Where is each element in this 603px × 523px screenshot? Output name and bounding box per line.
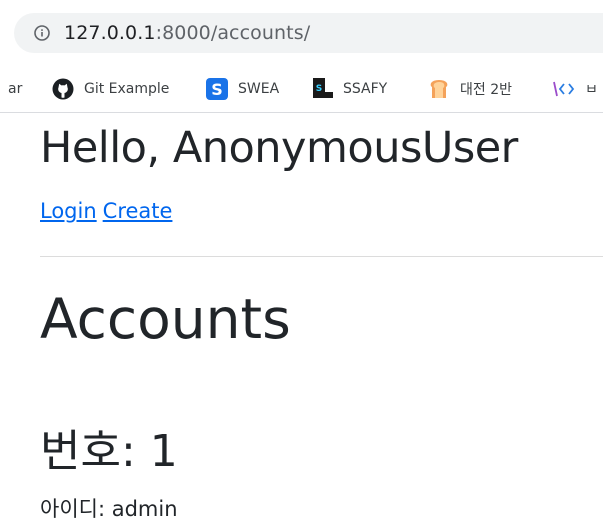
bookmark-label: ar bbox=[8, 81, 23, 97]
bookmark-swea[interactable]: S SWEA bbox=[206, 66, 279, 112]
bread-icon bbox=[428, 78, 450, 100]
bookmark-label: SSAFY bbox=[343, 81, 388, 97]
account-number: 번호: 1 bbox=[40, 426, 178, 477]
url-text[interactable]: 127.0.0.1:8000/accounts/ bbox=[64, 22, 310, 44]
ssafy-icon: S bbox=[311, 78, 333, 100]
address-bar: 127.0.0.1:8000/accounts/ bbox=[0, 0, 603, 66]
auth-links: Login Create bbox=[40, 199, 178, 223]
info-icon[interactable] bbox=[34, 25, 50, 41]
divider bbox=[40, 256, 603, 257]
bookmark-git-example[interactable]: Git Example bbox=[52, 66, 169, 112]
bookmark-truncated[interactable]: ar bbox=[8, 66, 22, 112]
create-link[interactable]: Create bbox=[103, 199, 173, 223]
page-content: Hello, AnonymousUser Login Create Account… bbox=[0, 113, 603, 522]
bookmark-daejeon-2ban[interactable]: 대전 2반 bbox=[428, 66, 512, 112]
greeting-heading: Hello, AnonymousUser bbox=[40, 123, 518, 173]
omnibox[interactable]: 127.0.0.1:8000/accounts/ bbox=[14, 13, 603, 53]
svg-text:S: S bbox=[211, 80, 223, 99]
bookmark-label: ㅂ bbox=[585, 82, 598, 98]
bookmark-label: 대전 2반 bbox=[460, 82, 512, 98]
page-title: Accounts bbox=[40, 287, 291, 351]
bookmark-code[interactable]: ㅂ bbox=[553, 66, 598, 112]
bookmark-label: SWEA bbox=[238, 81, 280, 97]
url-host: 127.0.0.1 bbox=[64, 22, 156, 44]
account-userid: 아이디: admin bbox=[40, 497, 178, 521]
bookmark-label: Git Example bbox=[84, 81, 170, 97]
code-icon bbox=[553, 78, 579, 100]
bookmark-ssafy[interactable]: S SSAFY bbox=[311, 66, 387, 112]
svg-text:S: S bbox=[316, 84, 322, 94]
bookmarks-bar: ar Git Example S SWEA S SSAFY 대전 2반 ㅂ bbox=[0, 66, 603, 113]
url-path: :8000/accounts/ bbox=[155, 22, 311, 44]
github-icon bbox=[52, 78, 74, 100]
login-link[interactable]: Login bbox=[40, 199, 97, 223]
swea-icon: S bbox=[206, 78, 228, 100]
